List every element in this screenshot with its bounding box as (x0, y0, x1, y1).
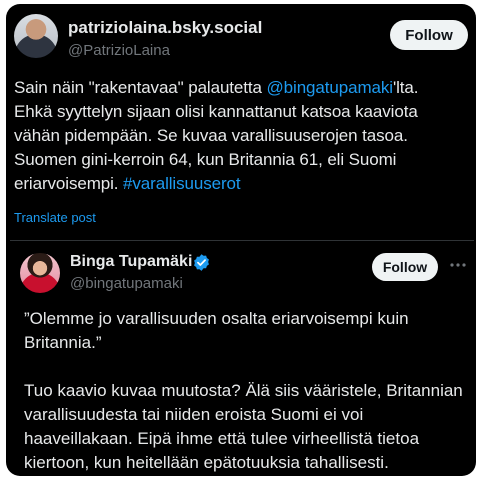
quoted-post[interactable]: Binga Tupamäki @bingatupamaki Follow ”Ol… (10, 240, 474, 476)
quoted-author-avatar[interactable] (20, 253, 60, 293)
quoted-follow-button[interactable]: Follow (372, 253, 438, 281)
author-handle[interactable]: @PatrizioLaina (68, 42, 170, 59)
quote-line: ”Olemme jo varallisuuden osalta eriarvoi… (24, 309, 409, 328)
post-line: Sain näin "rakentavaa" palautetta @binga… (14, 78, 419, 97)
verified-badge-icon (194, 254, 209, 271)
quote-line: Britannia.” (24, 333, 102, 352)
follow-button[interactable]: Follow (390, 20, 468, 50)
post-line: Ehkä syyttelyn sijaan olisi kannattanut … (14, 102, 418, 121)
post-body: Sain näin "rakentavaa" palautetta @binga… (14, 76, 472, 196)
quoted-author-handle[interactable]: @bingatupamaki (70, 275, 183, 292)
translate-post-link[interactable]: Translate post (14, 210, 96, 225)
quoted-author-display-name[interactable]: Binga Tupamäki (70, 253, 192, 271)
quote-line: kiertoon, kun heitellään epätotuuksia ta… (24, 453, 389, 472)
author-display-name[interactable]: patriziolaina.bsky.social (68, 18, 262, 38)
post-line: Suomen gini-kerroin 64, kun Britannia 61… (14, 150, 397, 169)
author-avatar[interactable] (14, 14, 58, 58)
post-line: eriarvoisempi. #varallisuuserot (14, 174, 241, 193)
quote-line: haaveillakaan. Eipä ihme että tulee virh… (24, 429, 420, 448)
mention-link[interactable]: @bingatupamaki (267, 78, 394, 97)
post-line: vähän pidempään. Se kuvaa varallisuusero… (14, 126, 408, 145)
more-options-icon[interactable] (448, 255, 468, 275)
quoted-post-body: ”Olemme jo varallisuuden osalta eriarvoi… (24, 307, 470, 475)
hashtag-link[interactable]: #varallisuuserot (123, 174, 241, 193)
quote-line: Tuo kaavio kuvaa muutosta? Älä siis väär… (24, 381, 463, 400)
quote-line: varallisuudesta tai niiden eroista Suomi… (24, 405, 364, 424)
post-card: patriziolaina.bsky.social @PatrizioLaina… (6, 4, 476, 476)
